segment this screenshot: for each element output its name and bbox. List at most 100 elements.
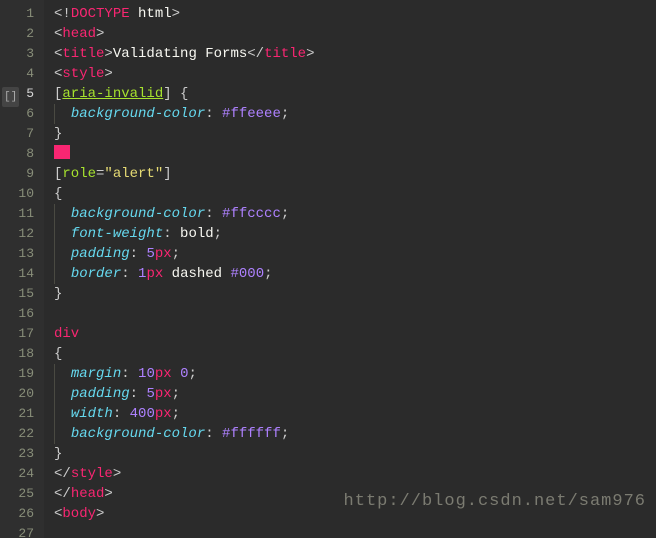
code-line[interactable]: }	[54, 124, 656, 144]
code-token: bold	[180, 226, 214, 242]
code-token: 5	[146, 246, 154, 262]
code-token: }	[54, 126, 62, 142]
code-line[interactable]: width: 400px;	[54, 404, 656, 424]
code-token: ]	[163, 166, 171, 182]
code-token: body	[62, 506, 96, 522]
code-line[interactable]: font-weight: bold;	[54, 224, 656, 244]
line-number: 13	[0, 244, 34, 264]
code-token: :	[121, 266, 138, 282]
code-line[interactable]: background-color: #ffcccc;	[54, 204, 656, 224]
code-line[interactable]: {	[54, 184, 656, 204]
color-swatch-icon	[54, 145, 70, 159]
code-line[interactable]: div	[54, 324, 656, 344]
code-token: style	[62, 66, 104, 82]
code-line[interactable]: </style>	[54, 464, 656, 484]
code-token: <!	[54, 6, 71, 22]
code-token: :	[130, 246, 147, 262]
code-token: px	[155, 246, 172, 262]
code-line[interactable]: <body>	[54, 504, 656, 524]
code-token: px	[155, 406, 172, 422]
code-token: ;	[188, 366, 196, 382]
code-token: Validating Forms	[113, 46, 247, 62]
code-token: DOCTYPE	[71, 6, 130, 22]
code-token: background-color	[71, 106, 205, 122]
code-token: >	[104, 486, 112, 502]
code-token: {	[54, 346, 62, 362]
code-token: :	[130, 386, 147, 402]
code-line[interactable]: margin: 10px 0;	[54, 364, 656, 384]
code-token: px	[155, 366, 172, 382]
code-line[interactable]: <head>	[54, 24, 656, 44]
code-token: }	[54, 446, 62, 462]
code-line[interactable]: }	[54, 444, 656, 464]
code-token: border	[71, 266, 121, 282]
line-number: 21	[0, 404, 34, 424]
code-token: #ffcccc	[222, 206, 281, 222]
line-number: 24	[0, 464, 34, 484]
code-token: 10	[138, 366, 155, 382]
code-token: ;	[264, 266, 272, 282]
code-line[interactable]: <style>	[54, 64, 656, 84]
code-token: >	[172, 6, 180, 22]
code-token: 400	[130, 406, 155, 422]
code-line[interactable]	[54, 144, 656, 164]
code-line[interactable]: </head>	[54, 484, 656, 504]
code-token: "alert"	[104, 166, 163, 182]
code-token	[172, 366, 180, 382]
code-token: background-color	[71, 206, 205, 222]
code-token: >	[104, 66, 112, 82]
fold-marker-icon: []	[2, 87, 19, 107]
code-token: #000	[230, 266, 264, 282]
code-line[interactable]: padding: 5px;	[54, 244, 656, 264]
code-token: :	[205, 426, 222, 442]
line-number: 11	[0, 204, 34, 224]
line-number: 6	[0, 104, 34, 124]
line-number: 7	[0, 124, 34, 144]
code-token: html	[130, 6, 172, 22]
code-line[interactable]: background-color: #ffeeee;	[54, 104, 656, 124]
code-token: >	[104, 46, 112, 62]
code-token: :	[205, 106, 222, 122]
code-line[interactable]: }	[54, 284, 656, 304]
line-number: 10	[0, 184, 34, 204]
code-token: ;	[172, 246, 180, 262]
code-line[interactable]: border: 1px dashed #000;	[54, 264, 656, 284]
line-number: 16	[0, 304, 34, 324]
code-line[interactable]: {	[54, 344, 656, 364]
line-number: 8	[0, 144, 34, 164]
code-line[interactable]: <!DOCTYPE html>	[54, 4, 656, 24]
code-token: {	[180, 86, 188, 102]
code-token: background-color	[71, 426, 205, 442]
code-token	[172, 86, 180, 102]
code-line[interactable]: <title>Validating Forms</title>	[54, 44, 656, 64]
code-token: head	[71, 486, 105, 502]
line-number: 19	[0, 364, 34, 384]
code-line[interactable]	[54, 304, 656, 324]
code-token: :	[113, 406, 130, 422]
code-line[interactable]: [aria-invalid] {	[54, 84, 656, 104]
code-line[interactable]: padding: 5px;	[54, 384, 656, 404]
code-editor[interactable]: [] 1234567891011121314151617181920212223…	[0, 0, 656, 538]
code-token: div	[54, 326, 79, 342]
line-number: 14	[0, 264, 34, 284]
code-token: :	[163, 226, 180, 242]
line-number: 2	[0, 24, 34, 44]
code-line[interactable]	[54, 524, 656, 538]
line-number: 26	[0, 504, 34, 524]
code-token: >	[96, 506, 104, 522]
code-token: :	[121, 366, 138, 382]
code-line[interactable]: background-color: #ffffff;	[54, 424, 656, 444]
code-token: title	[264, 46, 306, 62]
code-token: ;	[281, 426, 289, 442]
code-token: ;	[281, 106, 289, 122]
code-token: head	[62, 26, 96, 42]
code-token: width	[71, 406, 113, 422]
code-token: aria-invalid	[62, 86, 163, 102]
code-line[interactable]: [role="alert"]	[54, 164, 656, 184]
code-area[interactable]: <!DOCTYPE html><head><title>Validating F…	[44, 0, 656, 538]
code-token: >	[306, 46, 314, 62]
line-number: 1	[0, 4, 34, 24]
code-token: padding	[71, 386, 130, 402]
line-number: 23	[0, 444, 34, 464]
line-number: 15	[0, 284, 34, 304]
